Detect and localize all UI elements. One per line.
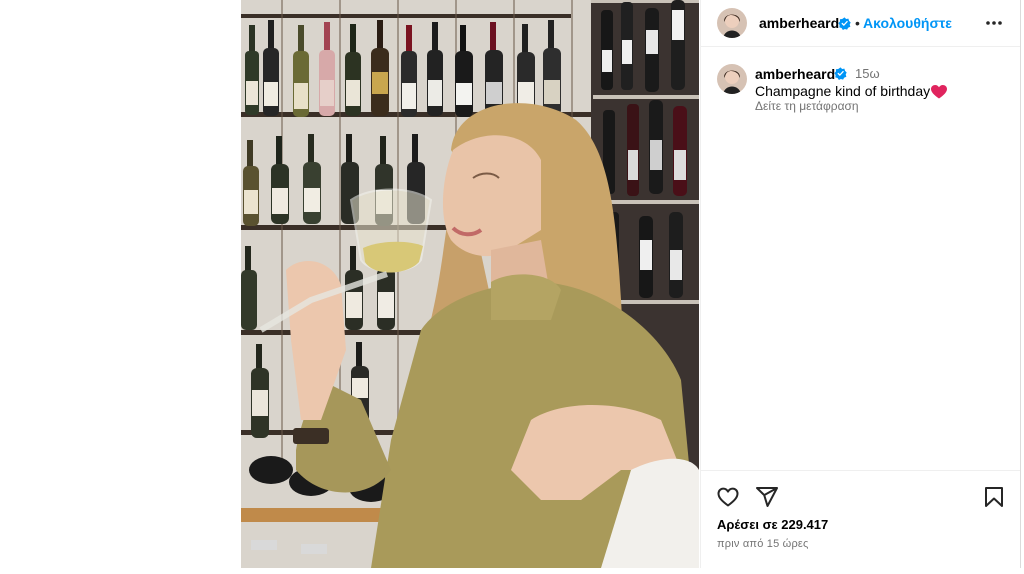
caption-author-avatar[interactable] — [717, 64, 747, 94]
follow-button[interactable]: Ακολουθήστε — [863, 15, 952, 31]
see-translation-link[interactable]: Δείτε τη μετάφραση — [755, 99, 859, 113]
caption-text: Champagne kind of birthday — [755, 83, 931, 99]
post-actions: Αρέσει σε 229.417 πριν από 15 ώρες — [701, 470, 1020, 568]
post-age[interactable]: πριν από 15 ώρες — [717, 538, 809, 550]
verified-badge-icon — [838, 17, 851, 30]
caption-timestamp[interactable]: 15ω — [855, 66, 880, 81]
author-avatar[interactable] — [717, 8, 747, 38]
bookmark-icon[interactable] — [982, 485, 1006, 509]
more-options-icon[interactable] — [984, 13, 1004, 33]
author-username[interactable]: amberheard — [759, 15, 839, 31]
paper-plane-icon[interactable] — [755, 485, 779, 509]
caption-username[interactable]: amberheard — [755, 66, 835, 82]
separator-dot: • — [855, 15, 860, 31]
heart-outline-icon[interactable] — [716, 485, 740, 509]
page-background-left — [0, 0, 241, 574]
likes-count[interactable]: Αρέσει σε 229.417 — [717, 517, 828, 532]
post-header: amberheard • Ακολουθήστε — [701, 0, 1020, 47]
verified-badge-icon — [834, 67, 847, 80]
red-heart-emoji-icon — [931, 85, 947, 99]
post-photo[interactable] — [241, 0, 699, 568]
post-side-panel: amberheard • Ακολουθήστε amberheard 15ω … — [700, 0, 1021, 568]
